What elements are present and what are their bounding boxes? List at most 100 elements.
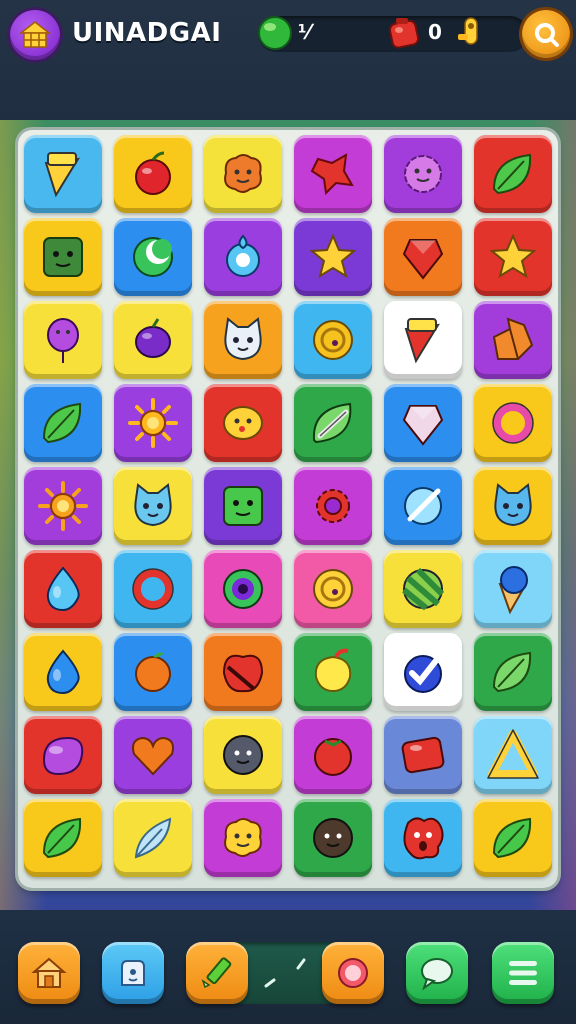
tile-r8-c4[interactable] bbox=[384, 799, 462, 877]
tile-r5-c5[interactable] bbox=[474, 550, 552, 628]
ring-icon bbox=[132, 568, 174, 610]
tile-r5-c1[interactable] bbox=[114, 550, 192, 628]
leaf-icon bbox=[42, 402, 82, 444]
tile-r7-c2[interactable] bbox=[204, 716, 282, 794]
tile-r4-c2[interactable] bbox=[204, 467, 282, 545]
tile-r4-c1[interactable] bbox=[114, 467, 192, 545]
moon-icon bbox=[133, 237, 173, 277]
tile-r0-c0[interactable] bbox=[24, 135, 102, 213]
tile-r2-c4[interactable] bbox=[384, 301, 462, 379]
search-button[interactable] bbox=[522, 10, 570, 58]
blob-face-icon bbox=[224, 818, 262, 857]
game-title: UINADGAI bbox=[72, 18, 222, 48]
bag-icon bbox=[121, 960, 145, 986]
lemon-icon bbox=[314, 648, 352, 693]
tile-r0-c4[interactable] bbox=[384, 135, 462, 213]
tile-r8-c5[interactable] bbox=[474, 799, 552, 877]
tile-r7-c5[interactable] bbox=[474, 716, 552, 794]
tile-r3-c1[interactable] bbox=[114, 384, 192, 462]
cone-icon bbox=[44, 152, 80, 198]
tile-r3-c2[interactable] bbox=[204, 384, 282, 462]
tile-r2-c5[interactable] bbox=[474, 301, 552, 379]
cat-face-icon bbox=[224, 317, 262, 361]
star-icon bbox=[489, 233, 537, 279]
tile-r6-c5[interactable] bbox=[474, 633, 552, 711]
tile-r4-c5[interactable] bbox=[474, 467, 552, 545]
tile-r0-c1[interactable] bbox=[114, 135, 192, 213]
tile-r7-c0[interactable] bbox=[24, 716, 102, 794]
striped-ball-icon bbox=[402, 567, 445, 611]
orange-icon bbox=[135, 652, 171, 692]
tile-r6-c0[interactable] bbox=[24, 633, 102, 711]
tile-grid bbox=[24, 135, 552, 883]
target-icon bbox=[338, 958, 368, 988]
tile-r1-c3[interactable] bbox=[294, 218, 372, 296]
tile-r5-c4[interactable] bbox=[384, 550, 462, 628]
tile-r8-c2[interactable] bbox=[204, 799, 282, 877]
ring-drop-icon bbox=[226, 234, 260, 277]
game-logo-button[interactable] bbox=[10, 10, 60, 60]
ball-face-icon bbox=[223, 735, 263, 775]
red-gem-count: 0 bbox=[428, 20, 442, 44]
tile-r2-c2[interactable] bbox=[204, 301, 282, 379]
tile-r0-c2[interactable] bbox=[204, 135, 282, 213]
tile-r7-c3[interactable] bbox=[294, 716, 372, 794]
search-icon bbox=[535, 23, 559, 47]
tile-r2-c3[interactable] bbox=[294, 301, 372, 379]
tile-r6-c1[interactable] bbox=[114, 633, 192, 711]
ball-face-icon bbox=[313, 818, 353, 858]
game-board bbox=[18, 130, 558, 888]
tile-r3-c5[interactable] bbox=[474, 384, 552, 462]
tomato-icon bbox=[314, 738, 352, 776]
gem-icon bbox=[402, 239, 444, 280]
tile-r6-c2[interactable] bbox=[204, 633, 282, 711]
green-gem-icon bbox=[258, 16, 292, 50]
target-button[interactable] bbox=[322, 942, 384, 1004]
balloon-icon bbox=[47, 318, 79, 363]
lemon-face-icon bbox=[223, 406, 263, 440]
eye-ring-icon bbox=[223, 569, 263, 609]
tile-r4-c0[interactable] bbox=[24, 467, 102, 545]
leaf-icon bbox=[492, 817, 532, 859]
tile-r6-c4[interactable] bbox=[384, 633, 462, 711]
chat-icon bbox=[421, 958, 453, 991]
tile-r0-c3[interactable] bbox=[294, 135, 372, 213]
tile-r4-c3[interactable] bbox=[294, 467, 372, 545]
tile-r0-c5[interactable] bbox=[474, 135, 552, 213]
cat-face-icon bbox=[134, 483, 172, 527]
tile-r8-c3[interactable] bbox=[294, 799, 372, 877]
tile-r2-c1[interactable] bbox=[114, 301, 192, 379]
tile-r8-c0[interactable] bbox=[24, 799, 102, 877]
leaf-chain-icon bbox=[312, 402, 352, 444]
check-icon bbox=[404, 650, 445, 693]
tile-r3-c3[interactable] bbox=[294, 384, 372, 462]
tile-r1-c5[interactable] bbox=[474, 218, 552, 296]
pencil-button[interactable] bbox=[186, 942, 248, 1004]
triangle-icon bbox=[487, 729, 539, 779]
tile-r5-c2[interactable] bbox=[204, 550, 282, 628]
tile-r7-c1[interactable] bbox=[114, 716, 192, 794]
tile-r1-c2[interactable] bbox=[204, 218, 282, 296]
splat-face-icon bbox=[403, 817, 444, 860]
inventory-button[interactable] bbox=[102, 942, 164, 1004]
tile-r4-c4[interactable] bbox=[384, 467, 462, 545]
home-button[interactable] bbox=[18, 942, 80, 1004]
tile-r3-c0[interactable] bbox=[24, 384, 102, 462]
tile-r1-c0[interactable] bbox=[24, 218, 102, 296]
tile-r5-c0[interactable] bbox=[24, 550, 102, 628]
ring-icon bbox=[492, 402, 534, 444]
home-icon bbox=[31, 957, 67, 988]
house-grid-icon bbox=[19, 21, 51, 48]
tile-r2-c0[interactable] bbox=[24, 301, 102, 379]
leaf-icon bbox=[42, 817, 82, 859]
tile-r1-c1[interactable] bbox=[114, 218, 192, 296]
chat-button[interactable] bbox=[406, 942, 468, 1004]
splat-icon bbox=[310, 153, 354, 196]
tile-r3-c4[interactable] bbox=[384, 384, 462, 462]
tile-r8-c1[interactable] bbox=[114, 799, 192, 877]
tile-r6-c3[interactable] bbox=[294, 633, 372, 711]
tile-r1-c4[interactable] bbox=[384, 218, 462, 296]
tile-r7-c4[interactable] bbox=[384, 716, 462, 794]
tile-r5-c3[interactable] bbox=[294, 550, 372, 628]
menu-button[interactable] bbox=[492, 942, 554, 1004]
